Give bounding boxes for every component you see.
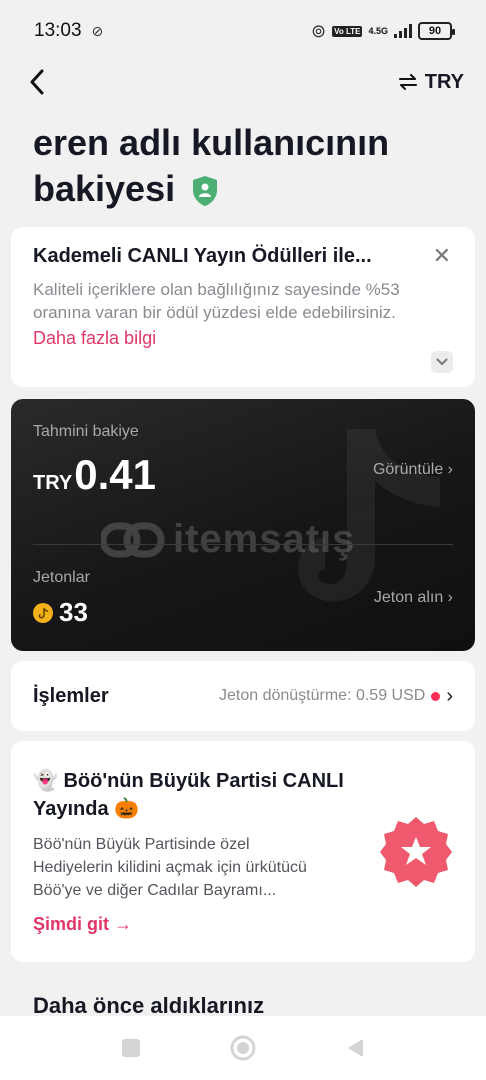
- balance-currency: TRY: [33, 472, 73, 494]
- shield-icon: [193, 176, 218, 207]
- coins-value: 33: [33, 597, 88, 628]
- watermark-logo-icon: [101, 522, 165, 557]
- square-icon: [122, 1039, 140, 1057]
- close-icon[interactable]: ✕: [433, 243, 451, 269]
- transactions-row[interactable]: İşlemler Jeton dönüştürme: 0.59 USD ›: [11, 661, 475, 731]
- event-card: 👻 Böö'nün Büyük Partisi CANLI Yayında 🎃 …: [11, 741, 475, 962]
- coin-icon: [33, 602, 53, 623]
- event-text: Böö'nün Büyük Partisinde özel Hediyeleri…: [33, 836, 307, 899]
- signal-icon: [394, 24, 412, 38]
- divider: [33, 544, 453, 545]
- top-bar: TRY: [0, 62, 486, 102]
- promo-card: Kademeli CANLI Yayın Ödülleri ile... ✕ K…: [11, 227, 475, 387]
- balance-amount: 0.41: [74, 451, 157, 498]
- balance-value: TRY 0.41: [33, 451, 156, 499]
- go-now-link[interactable]: Şimdi git →: [33, 914, 132, 935]
- currency-switch-button[interactable]: TRY: [398, 70, 464, 94]
- swap-icon: [398, 74, 417, 90]
- transactions-title: İşlemler: [33, 684, 109, 707]
- notification-dot: [431, 691, 441, 701]
- link-icon: ⊘: [91, 22, 104, 39]
- promo-title: Kademeli CANLI Yayın Ödülleri ile...: [33, 245, 372, 267]
- back-button[interactable]: [22, 67, 52, 97]
- learn-more-link[interactable]: Daha fazla bilgi: [33, 328, 156, 349]
- coin-conversion-text: Jeton dönüştürme: 0.59 USD: [218, 687, 426, 704]
- coins-amount: 33: [59, 597, 88, 627]
- status-time: 13:03: [34, 20, 82, 41]
- battery-icon: 90: [418, 22, 455, 40]
- view-balance-link[interactable]: Görüntüle ›: [373, 461, 453, 479]
- page-title: eren adlı kullanıcının bakiyesi: [33, 120, 453, 212]
- star-badge-icon: [380, 817, 452, 887]
- transactions-info: Jeton dönüştürme: 0.59 USD ›: [219, 685, 453, 708]
- back-arrow-icon: [30, 69, 44, 95]
- status-bar: 13:03 ⊘ ⊚ Vo LTE 4.5G 90: [0, 0, 486, 62]
- chevron-right-icon: ›: [446, 684, 453, 707]
- hotspot-icon: ⊚: [311, 20, 327, 41]
- volte-icon: Vo LTE: [332, 25, 363, 37]
- promo-text: Kaliteli içeriklere olan bağlılığınız sa…: [33, 280, 400, 322]
- watermark-text: itemsatış: [173, 517, 356, 561]
- expand-button[interactable]: [431, 351, 453, 373]
- balance-card: Tahmini bakiye TRY 0.41 Görüntüle › item…: [11, 399, 475, 651]
- back-nav-button[interactable]: [340, 1033, 370, 1063]
- battery-level: 90: [428, 25, 442, 37]
- chevron-down-icon: [436, 358, 448, 366]
- back-triangle-icon: [348, 1039, 363, 1057]
- coins-label: Jetonlar: [33, 569, 90, 586]
- watermark: itemsatış: [101, 517, 355, 562]
- get-coins-link[interactable]: Jeton alın ›: [374, 589, 453, 607]
- home-button[interactable]: [228, 1033, 258, 1063]
- estimated-balance-label: Tahmini bakiye: [33, 423, 139, 440]
- network-label: 4.5G: [368, 25, 388, 36]
- event-title: 👻 Böö'nün Büyük Partisi CANLI Yayında 🎃: [33, 770, 344, 820]
- recents-button[interactable]: [116, 1033, 146, 1063]
- home-circle-icon: [230, 1035, 256, 1061]
- system-nav-bar: [0, 1016, 486, 1080]
- currency-label: TRY: [424, 70, 464, 93]
